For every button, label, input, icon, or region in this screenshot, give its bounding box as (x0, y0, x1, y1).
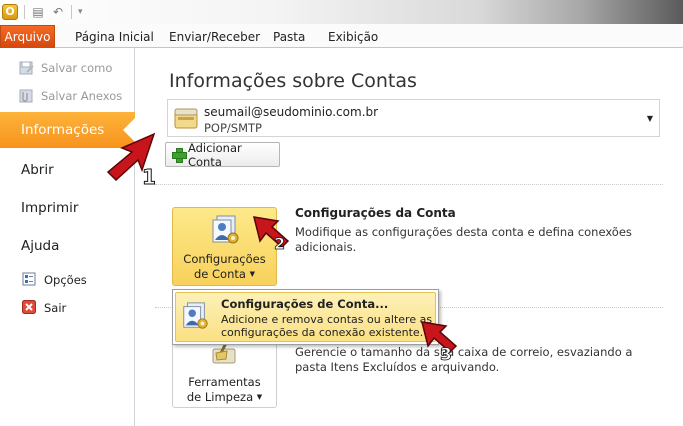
divider (155, 184, 663, 185)
nav-save-attachments[interactable]: Salvar Anexos (18, 86, 122, 106)
cleanup-tools-button-label: Ferramentas de Limpeza ▼ (186, 375, 263, 404)
step-marker-2: 2 (248, 213, 292, 256)
customize-toolbar-icon[interactable]: ▾ (78, 7, 83, 17)
nav-help[interactable]: Ajuda (21, 233, 59, 259)
nav-options[interactable]: Opções (21, 270, 87, 290)
add-account-button[interactable]: Adicionar Conta (165, 140, 280, 169)
account-info-panel: Informações sobre Contas seumail@seudomi… (136, 48, 683, 426)
undo-icon[interactable]: ↶ (51, 5, 65, 19)
tab-pasta[interactable]: Pasta (271, 26, 307, 48)
menu-item-title: Configurações de Conta... (221, 297, 389, 311)
tab-pagina-inicial[interactable]: Página Inicial (73, 26, 156, 48)
separator (71, 5, 72, 19)
cleanup-description: Gerencie o tamanho da sua caixa de corre… (295, 345, 633, 374)
step-number: 1 (142, 165, 156, 189)
close-icon (21, 300, 37, 316)
account-selector[interactable]: seumail@seudominio.com.br POP/SMTP ▼ (167, 99, 660, 137)
account-settings-dropdown: Configurações de Conta... Adicione e rem… (172, 289, 439, 345)
chevron-down-icon: ▼ (249, 270, 255, 278)
chevron-down-icon: ▼ (256, 393, 263, 401)
quick-access-toolbar: O ▤ ↶ ▾ (2, 3, 83, 21)
step-marker-1: 1 (102, 128, 160, 190)
nav-info-label: Informações (21, 122, 105, 138)
nav-exit-label: Sair (44, 301, 67, 315)
tab-exibicao[interactable]: Exibição (326, 26, 380, 48)
options-icon (21, 272, 37, 288)
nav-save-attachments-label: Salvar Anexos (41, 89, 123, 103)
account-settings-icon (180, 301, 210, 331)
title-bar: O ▤ ↶ ▾ (0, 0, 683, 24)
step-number: 2 (274, 234, 285, 253)
account-settings-button-label: Configurações de Conta ▼ (183, 252, 266, 281)
nav-exit[interactable]: Sair (21, 298, 66, 318)
nav-save-as-label: Salvar como (41, 61, 113, 75)
menu-item-description: Adicione e remova contas ou altere as co… (221, 313, 433, 339)
nav-open[interactable]: Abrir (21, 157, 54, 183)
tab-enviar-receber[interactable]: Enviar/Receber (167, 26, 262, 48)
account-type: POP/SMTP (204, 121, 262, 135)
save-as-icon (18, 60, 34, 76)
plus-icon (172, 148, 187, 163)
tab-arquivo[interactable]: Arquivo (0, 25, 55, 48)
backstage-nav: Salvar como Salvar Anexos Informações Ab… (0, 48, 136, 426)
account-settings-menu-item[interactable]: Configurações de Conta... Adicione e rem… (175, 292, 436, 342)
step-number: 3 (440, 345, 452, 365)
account-settings-description: Modifique as configurações desta conta e… (295, 225, 632, 254)
account-email: seumail@seudominio.com.br (204, 105, 379, 119)
mailbox-icon (172, 104, 200, 132)
account-settings-title: Configurações da Conta (295, 206, 456, 220)
nav-print[interactable]: Imprimir (21, 195, 78, 221)
outlook-app-icon[interactable]: O (2, 4, 18, 20)
add-account-label: Adicionar Conta (187, 140, 242, 169)
nav-options-label: Opções (44, 273, 87, 287)
ribbon-tabs: Arquivo Página Inicial Enviar/Receber Pa… (0, 24, 683, 48)
save-attachments-icon (18, 88, 34, 104)
page-title: Informações sobre Contas (169, 70, 417, 92)
chevron-down-icon[interactable]: ▼ (647, 114, 653, 123)
account-settings-icon (209, 214, 241, 246)
save-icon[interactable]: ▤ (31, 5, 45, 19)
separator (24, 5, 25, 19)
step-marker-3: 3 (418, 316, 462, 367)
nav-save-as[interactable]: Salvar como (18, 58, 112, 78)
